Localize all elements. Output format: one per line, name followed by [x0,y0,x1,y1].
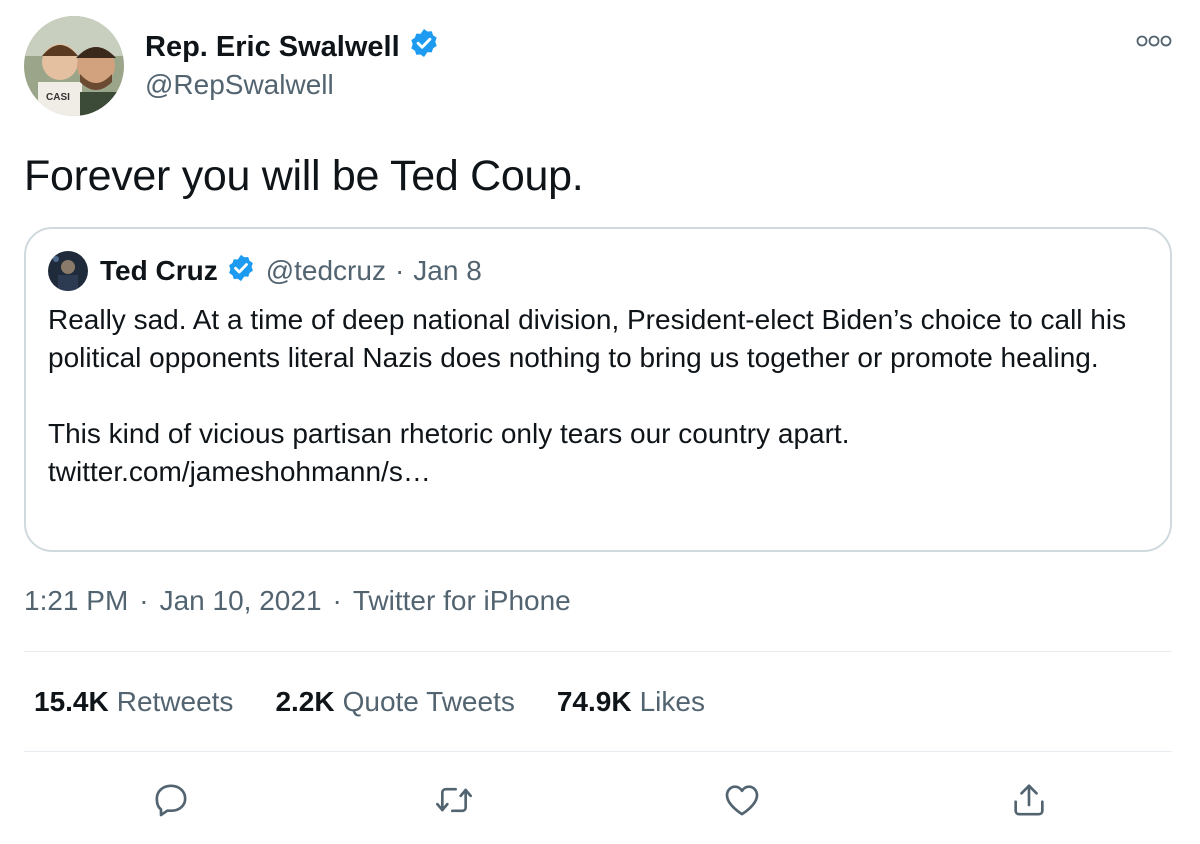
tweet-text: Forever you will be Ted Coup. [24,152,584,200]
more-icon [1136,34,1172,52]
separator-dot: · [394,255,405,286]
tweet-source[interactable]: Twitter for iPhone [353,585,571,617]
author-name[interactable]: Rep. Eric Swalwell [145,27,440,67]
retweets-label: Retweets [116,686,234,717]
quoted-tweet-date: Jan 8 [413,255,482,286]
reply-icon [151,780,191,825]
quoted-author-name: Ted Cruz [100,255,218,286]
verified-badge-icon [408,27,440,67]
svg-text:CASI: CASI [46,92,70,103]
tweet-timestamp: 1:21 PM · Jan 10, 2021 · Twitter for iPh… [24,585,571,617]
quote-tweets-count: 2.2K [275,686,335,717]
likes-stat[interactable]: 74.9K Likes [557,686,705,718]
retweet-button[interactable] [428,776,480,828]
reply-button[interactable] [145,776,197,828]
tweet-time[interactable]: 1:21 PM [24,585,128,617]
tweet-date[interactable]: Jan 10, 2021 [160,585,322,617]
separator-dot: · [139,585,149,616]
quoted-tweet-header: Ted Cruz @tedcruz · Jan 8 [48,251,482,291]
quoted-tweet-card[interactable]: Ted Cruz @tedcruz · Jan 8 Really sad. At… [24,227,1172,552]
quoted-tweet-paragraph: Really sad. At a time of deep national d… [48,304,1127,373]
share-icon [1009,780,1049,825]
like-button[interactable] [716,776,768,828]
quoted-author-handle: @tedcruz [265,255,386,286]
author-handle[interactable]: @RepSwalwell [145,69,334,101]
retweets-stat[interactable]: 15.4K Retweets [34,686,233,718]
likes-count: 74.9K [556,686,632,717]
more-options-button[interactable] [1134,28,1174,58]
divider [24,751,1172,752]
quoted-tweet-body: Really sad. At a time of deep national d… [48,301,1158,491]
verified-badge-icon [226,253,256,290]
retweets-count: 15.4K [34,686,109,717]
share-button[interactable] [1003,776,1055,828]
divider [24,651,1172,652]
retweet-icon [433,780,475,825]
quote-tweets-label: Quote Tweets [342,686,515,717]
quoted-tweet-paragraph: This kind of vicious partisan rhetoric o… [48,418,850,449]
engagement-stats: 15.4K Retweets 2.2K Quote Tweets 74.9K Like… [34,686,747,718]
heart-icon [722,780,762,825]
likes-label: Likes [639,686,705,717]
quoted-author-avatar [48,251,88,291]
separator-dot: · [332,585,342,616]
quoted-tweet-link: twitter.com/jameshohmann/s… [48,456,431,487]
author-name-text[interactable]: Rep. Eric Swalwell [145,31,400,64]
action-bar [0,776,1200,828]
quote-tweets-stat[interactable]: 2.2K Quote Tweets [275,686,514,718]
author-avatar[interactable]: CASI [24,16,124,116]
